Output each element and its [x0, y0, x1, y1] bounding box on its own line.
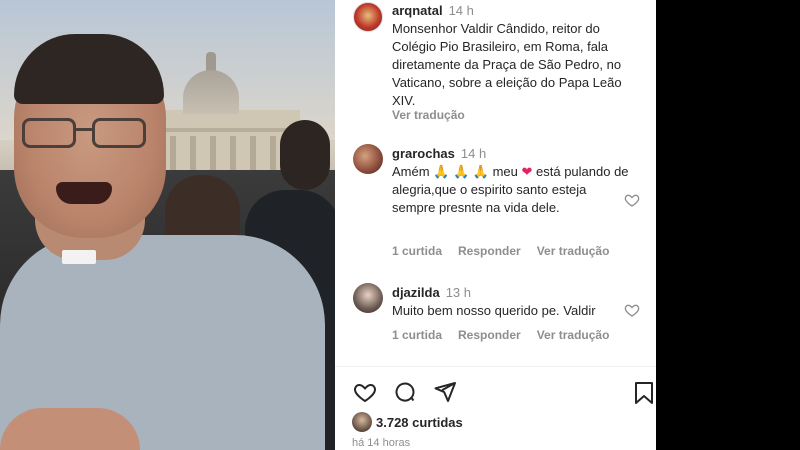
- comment-like-heart-icon[interactable]: [624, 302, 640, 318]
- comment-likes[interactable]: 1 curtida: [392, 244, 442, 258]
- action-bar: [353, 380, 457, 404]
- comment-likes[interactable]: 1 curtida: [392, 328, 442, 342]
- post-timestamp: há 14 horas: [352, 437, 411, 449]
- comment-meta: 1 curtida Responder Ver tradução: [392, 244, 609, 258]
- comment-header: grarochas 14 h: [392, 145, 486, 163]
- author-avatar[interactable]: [353, 2, 383, 32]
- comment-time[interactable]: 14 h: [461, 146, 486, 161]
- instagram-post-frame: arqnatal 14 h Monsenhor Valdir Cândido, r…: [0, 0, 800, 450]
- commenter-username[interactable]: grarochas: [392, 146, 455, 161]
- priest-mouth: [56, 182, 112, 204]
- comment-text-part: Amém: [392, 164, 434, 179]
- glasses-right-lens: [92, 118, 146, 148]
- caption-see-translation[interactable]: Ver tradução: [392, 108, 465, 122]
- clerical-collar: [62, 250, 96, 264]
- see-translation-link[interactable]: Ver tradução: [537, 328, 610, 342]
- praying-hands-emoji: 🙏: [452, 164, 470, 179]
- praying-hands-emoji: 🙏: [472, 164, 489, 179]
- comment-text: Muito bem nosso querido pe. Valdir: [392, 303, 596, 318]
- author-username[interactable]: arqnatal: [392, 3, 443, 18]
- background-head: [280, 120, 330, 190]
- comments-panel: arqnatal 14 h Monsenhor Valdir Cândido, r…: [335, 0, 656, 450]
- see-translation-link[interactable]: Ver tradução: [537, 244, 610, 258]
- heart-icon[interactable]: [353, 380, 377, 404]
- commenter-avatar[interactable]: [353, 144, 383, 174]
- glasses-left-lens: [22, 118, 76, 148]
- reply-button[interactable]: Responder: [458, 244, 521, 258]
- commenter-avatar[interactable]: [353, 283, 383, 313]
- liker-avatar[interactable]: [352, 412, 372, 432]
- comment-time[interactable]: 13 h: [446, 285, 471, 300]
- reply-button[interactable]: Responder: [458, 328, 521, 342]
- share-icon[interactable]: [433, 380, 457, 404]
- actions-divider: [335, 366, 656, 367]
- caption-header: arqnatal 14 h: [392, 2, 474, 20]
- heart-emoji: ❤: [521, 164, 533, 179]
- priest-hands: [0, 408, 140, 450]
- comment-meta: 1 curtida Responder Ver tradução: [392, 328, 609, 342]
- caption-text: Monsenhor Valdir Cândido, reitor do Colé…: [392, 21, 622, 108]
- caption-time[interactable]: 14 h: [449, 3, 474, 18]
- comment-icon[interactable]: [393, 380, 417, 404]
- commenter-username[interactable]: djazilda: [392, 285, 440, 300]
- praying-hands-emoji: 🙏: [433, 164, 450, 179]
- glasses-bridge: [75, 128, 93, 131]
- comment-header: djazilda 13 h: [392, 284, 471, 302]
- post-video[interactable]: [0, 0, 335, 450]
- comment-text: Amém 🙏 🙏 🙏 meu ❤ está pulando de alegria…: [392, 164, 629, 215]
- likes-count[interactable]: 3.728 curtidas: [376, 415, 463, 430]
- comment-like-heart-icon[interactable]: [624, 192, 640, 208]
- bookmark-icon[interactable]: [633, 381, 655, 405]
